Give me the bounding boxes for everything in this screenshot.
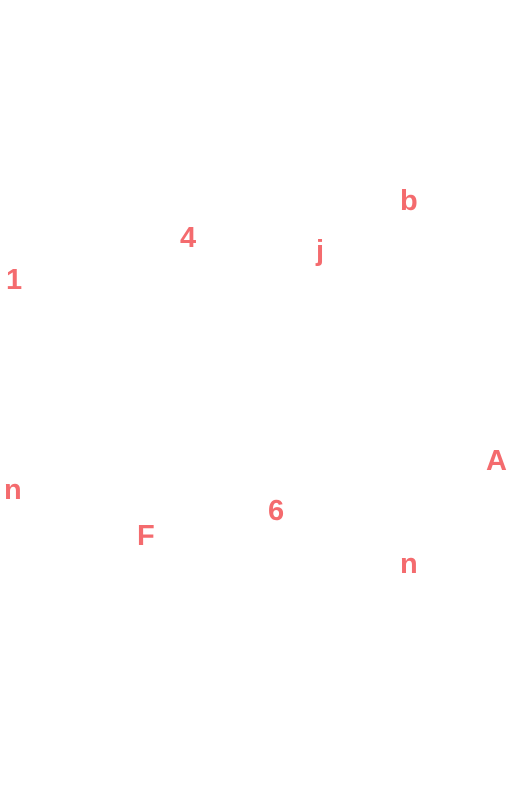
glyph-n-left: n <box>4 474 22 506</box>
glyph-canvas: b 4 j 1 A n 6 F n <box>0 0 512 792</box>
glyph-b: b <box>400 185 418 217</box>
glyph-A: A <box>486 445 507 477</box>
glyph-6: 6 <box>268 495 285 527</box>
glyph-4: 4 <box>180 222 197 254</box>
glyph-F: F <box>137 520 155 552</box>
glyph-j: j <box>316 235 325 267</box>
glyph-1: 1 <box>6 264 23 296</box>
glyph-n-right: n <box>400 548 418 580</box>
